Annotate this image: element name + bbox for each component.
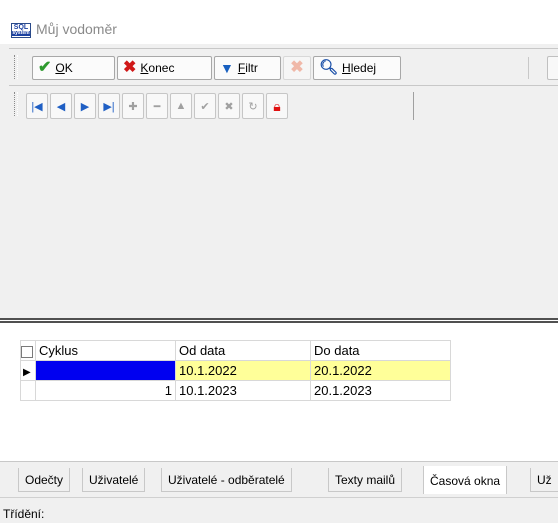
tab-time-windows[interactable]: Časová okna bbox=[423, 466, 508, 494]
app-logo-subtext: system bbox=[12, 30, 30, 36]
search-button-label: Hledej bbox=[342, 61, 377, 75]
tab-users-subscribers[interactable]: Uživatelé - odběratelé bbox=[161, 468, 292, 492]
first-record-icon[interactable]: |◀ bbox=[26, 93, 48, 119]
ok-button[interactable]: ✔ OK bbox=[32, 56, 115, 80]
filter-button-label: Filtr bbox=[237, 61, 258, 75]
column-header-to-date[interactable]: Do data bbox=[310, 340, 451, 361]
last-record-icon[interactable]: ▶| bbox=[98, 93, 120, 119]
row-indicator bbox=[20, 380, 36, 401]
cancel-record-icon[interactable]: ✖ bbox=[218, 93, 240, 119]
table-row[interactable]: ▶ 1 10.1.2022 20.1.2022 bbox=[20, 360, 451, 381]
status-bar: Třídění: bbox=[0, 497, 558, 523]
record-navigator: |◀ ◀ ▶ ▶| ✚ ━ ▲ ✔ ✖ ↻ 🔒︎ bbox=[9, 85, 558, 127]
toolbar-overflow-button[interactable] bbox=[547, 56, 558, 80]
title-bar: SQL system Můj vodoměr bbox=[0, 0, 558, 44]
refresh-records-icon[interactable]: ↻ bbox=[242, 93, 264, 119]
cell-cycle[interactable]: 1 bbox=[35, 360, 176, 381]
toolbar-grip[interactable] bbox=[14, 55, 18, 79]
main-toolbar: ✔ OK ✖ Konec ▼ Filtr ✖ 🔍︎ Hledej bbox=[9, 48, 558, 85]
post-record-icon[interactable]: ✔ bbox=[194, 93, 216, 119]
cancel-filter-button[interactable]: ✖ bbox=[283, 56, 311, 80]
cell-from-date[interactable]: 10.1.2022 bbox=[175, 360, 311, 381]
end-button-label: Konec bbox=[140, 61, 175, 75]
tab-readings[interactable]: Odečty bbox=[18, 468, 71, 492]
checkbox-icon[interactable] bbox=[21, 345, 33, 358]
cell-to-date[interactable]: 20.1.2023 bbox=[310, 380, 451, 401]
sort-label: Třídění: bbox=[3, 507, 45, 521]
cell-to-date[interactable]: 20.1.2022 bbox=[310, 360, 451, 381]
prior-record-icon[interactable]: ◀ bbox=[50, 93, 72, 119]
navigator-grip[interactable] bbox=[14, 92, 18, 116]
table-row[interactable]: 1 10.1.2023 20.1.2023 bbox=[20, 380, 451, 401]
tab-mail-texts[interactable]: Texty mailů bbox=[328, 468, 403, 492]
close-icon: ✖ bbox=[123, 59, 137, 76]
navigator-separator bbox=[413, 92, 414, 120]
ok-button-label: OK bbox=[55, 61, 73, 75]
select-all-checkbox[interactable] bbox=[20, 340, 36, 361]
end-button[interactable]: ✖ Konec bbox=[117, 56, 212, 80]
window-title: Můj vodoměr bbox=[36, 21, 117, 37]
lock-icon[interactable]: 🔒︎ bbox=[266, 93, 288, 119]
tab-truncated[interactable]: Už bbox=[530, 468, 558, 492]
tab-users[interactable]: Uživatelé bbox=[82, 468, 146, 492]
filter-button[interactable]: ▼ Filtr bbox=[214, 56, 281, 80]
column-header-cycle[interactable]: Cyklus bbox=[35, 340, 176, 361]
column-header-from-date[interactable]: Od data bbox=[175, 340, 311, 361]
next-record-icon[interactable]: ▶ bbox=[74, 93, 96, 119]
cell-cycle[interactable]: 1 bbox=[35, 380, 176, 401]
edit-record-icon[interactable]: ▲ bbox=[170, 93, 192, 119]
checkmark-icon: ✔ bbox=[38, 59, 52, 76]
delete-record-icon[interactable]: ━ bbox=[146, 93, 168, 119]
tab-strip: Odečty Uživatelé Uživatelé - odběratelé … bbox=[0, 461, 558, 498]
data-grid[interactable]: Cyklus Od data Do data ▶ 1 10.1.2022 20.… bbox=[20, 340, 451, 401]
current-row-pointer-icon: ▶ bbox=[23, 367, 31, 378]
grid-panel: Cyklus Od data Do data ▶ 1 10.1.2022 20.… bbox=[0, 323, 558, 461]
grid-header-row: Cyklus Od data Do data bbox=[20, 340, 451, 361]
detail-panel bbox=[0, 126, 558, 318]
cell-from-date[interactable]: 10.1.2023 bbox=[175, 380, 311, 401]
app-logo-icon: SQL system bbox=[11, 23, 31, 38]
magnifier-icon: 🔍︎ bbox=[319, 59, 339, 76]
toolbar-separator bbox=[528, 57, 529, 79]
funnel-icon: ▼ bbox=[220, 60, 234, 76]
insert-record-icon[interactable]: ✚ bbox=[122, 93, 144, 119]
cancel-filter-icon: ✖ bbox=[290, 59, 304, 76]
row-indicator: ▶ bbox=[20, 360, 36, 381]
search-button[interactable]: 🔍︎ Hledej bbox=[313, 56, 401, 80]
